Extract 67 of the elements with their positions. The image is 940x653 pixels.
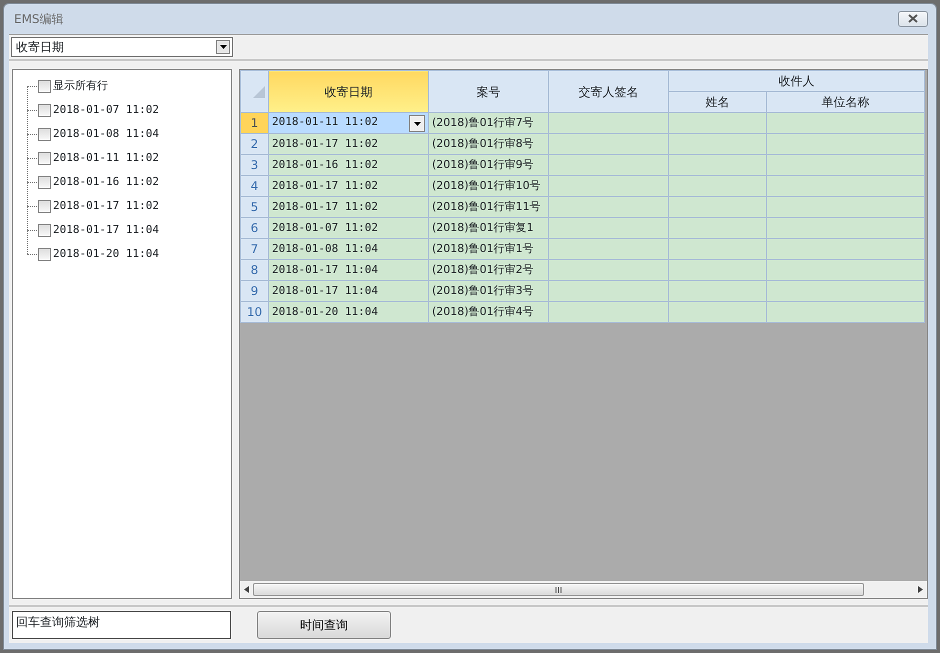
column-header[interactable]: 交寄人签名 bbox=[548, 70, 668, 112]
case-number-cell: (2018)鲁01行审3号 bbox=[428, 280, 548, 302]
row-number[interactable]: 4 bbox=[240, 176, 268, 196]
row-number[interactable]: 5 bbox=[240, 196, 268, 218]
date-cell: 2018-01-16 11:02 bbox=[272, 158, 378, 171]
grip-icon bbox=[555, 586, 562, 592]
tree-item-label[interactable]: 2018-01-11 11:02 bbox=[53, 150, 159, 166]
checkbox[interactable] bbox=[38, 200, 51, 212]
tree-item-label[interactable]: 2018-01-08 11:04 bbox=[53, 126, 159, 142]
case-number-cell: (2018)鲁01行审10号 bbox=[428, 176, 548, 196]
tree-item-label[interactable]: 2018-01-16 11:02 bbox=[53, 174, 159, 190]
case-number-cell: (2018)鲁01行审2号 bbox=[428, 260, 548, 280]
close-icon bbox=[907, 14, 919, 23]
checkbox[interactable] bbox=[38, 176, 51, 188]
date-cell: 2018-01-17 11:02 bbox=[272, 136, 378, 150]
checkbox[interactable] bbox=[38, 248, 51, 260]
time-query-button[interactable]: 时间查询 bbox=[257, 611, 391, 639]
scroll-left-icon bbox=[244, 586, 249, 593]
column-header[interactable]: 姓名 bbox=[668, 92, 766, 112]
column-header[interactable]: 收件人 bbox=[668, 70, 924, 92]
tree-item-label[interactable]: 2018-01-17 11:02 bbox=[53, 198, 159, 214]
tree-item-label[interactable]: 2018-01-17 11:04 bbox=[53, 222, 159, 238]
caret-icon bbox=[220, 45, 226, 49]
checkbox[interactable] bbox=[38, 152, 51, 164]
date-cell: 2018-01-07 11:02 bbox=[272, 220, 378, 234]
checkbox[interactable] bbox=[38, 224, 51, 236]
select-all-icon bbox=[253, 86, 265, 98]
case-number-cell: (2018)鲁01行审7号 bbox=[428, 112, 548, 134]
date-cell: 2018-01-17 11:02 bbox=[272, 178, 378, 192]
tree-filter-field[interactable]: 回车查询筛选树 bbox=[12, 611, 231, 639]
date-cell: 2018-01-17 11:04 bbox=[272, 262, 378, 276]
row-number[interactable]: 1 bbox=[240, 112, 268, 134]
checkbox[interactable] bbox=[38, 104, 51, 116]
checkbox[interactable] bbox=[38, 80, 51, 92]
caret-icon bbox=[414, 122, 420, 126]
row-number[interactable]: 8 bbox=[240, 260, 268, 280]
case-number-cell: (2018)鲁01行审11号 bbox=[428, 196, 548, 218]
row-number[interactable]: 7 bbox=[240, 238, 268, 260]
row-number[interactable]: 6 bbox=[240, 218, 268, 238]
row-number[interactable]: 2 bbox=[240, 134, 268, 154]
scroll-thumb[interactable] bbox=[253, 583, 864, 596]
column-header[interactable]: 案号 bbox=[428, 70, 548, 112]
horizontal-scrollbar[interactable] bbox=[240, 581, 927, 598]
tree-item-label[interactable]: 2018-01-20 11:04 bbox=[53, 246, 159, 262]
date-cell: 2018-01-11 11:02 bbox=[272, 115, 378, 128]
case-number-cell: (2018)鲁01行审复1 bbox=[428, 218, 548, 238]
row-number[interactable]: 10 bbox=[240, 302, 268, 322]
case-number-cell: (2018)鲁01行审1号 bbox=[428, 238, 548, 260]
date-cell: 2018-01-08 11:04 bbox=[272, 242, 378, 255]
close-button[interactable] bbox=[898, 11, 928, 27]
scroll-right-icon bbox=[918, 586, 923, 593]
filter-dropdown[interactable]: 收寄日期 bbox=[11, 37, 233, 57]
column-header[interactable]: 单位名称 bbox=[766, 92, 924, 112]
dropdown-button[interactable] bbox=[409, 115, 425, 132]
date-cell: 2018-01-20 11:04 bbox=[272, 304, 378, 318]
date-cell: 2018-01-17 11:04 bbox=[272, 284, 378, 297]
row-number[interactable]: 9 bbox=[240, 280, 268, 302]
checkbox[interactable] bbox=[38, 128, 51, 140]
date-cell: 2018-01-17 11:02 bbox=[272, 200, 378, 213]
column-header[interactable]: 收寄日期 bbox=[268, 70, 428, 112]
row-number[interactable]: 3 bbox=[240, 154, 268, 176]
window-title: EMS编辑 bbox=[14, 11, 64, 28]
tree-item-label[interactable]: 2018-01-07 11:02 bbox=[53, 102, 159, 118]
tree-item-label[interactable]: 显示所有行 bbox=[53, 78, 108, 94]
case-number-cell: (2018)鲁01行审9号 bbox=[428, 154, 548, 176]
case-number-cell: (2018)鲁01行审8号 bbox=[428, 134, 548, 154]
case-number-cell: (2018)鲁01行审4号 bbox=[428, 302, 548, 322]
